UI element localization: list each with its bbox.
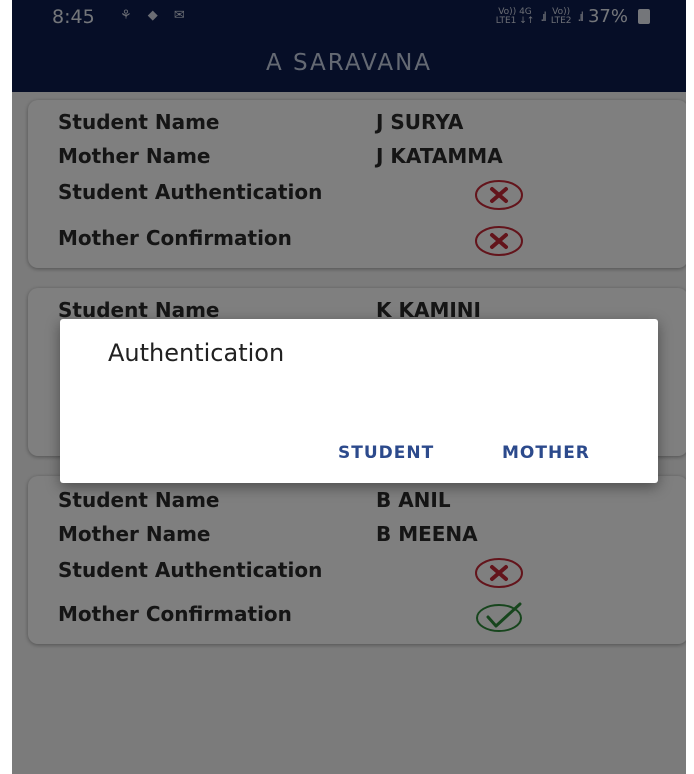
app-screen: 8:45 ⚘ ◆ ✉ Vo)) 4G LTE1 ↓↑ .ıl Vo)) LTE2…: [12, 0, 686, 774]
authentication-dialog: Authentication STUDENT MOTHER: [60, 319, 658, 483]
mother-button[interactable]: MOTHER: [502, 443, 590, 463]
dialog-title: Authentication: [108, 339, 285, 367]
student-button[interactable]: STUDENT: [338, 443, 434, 463]
